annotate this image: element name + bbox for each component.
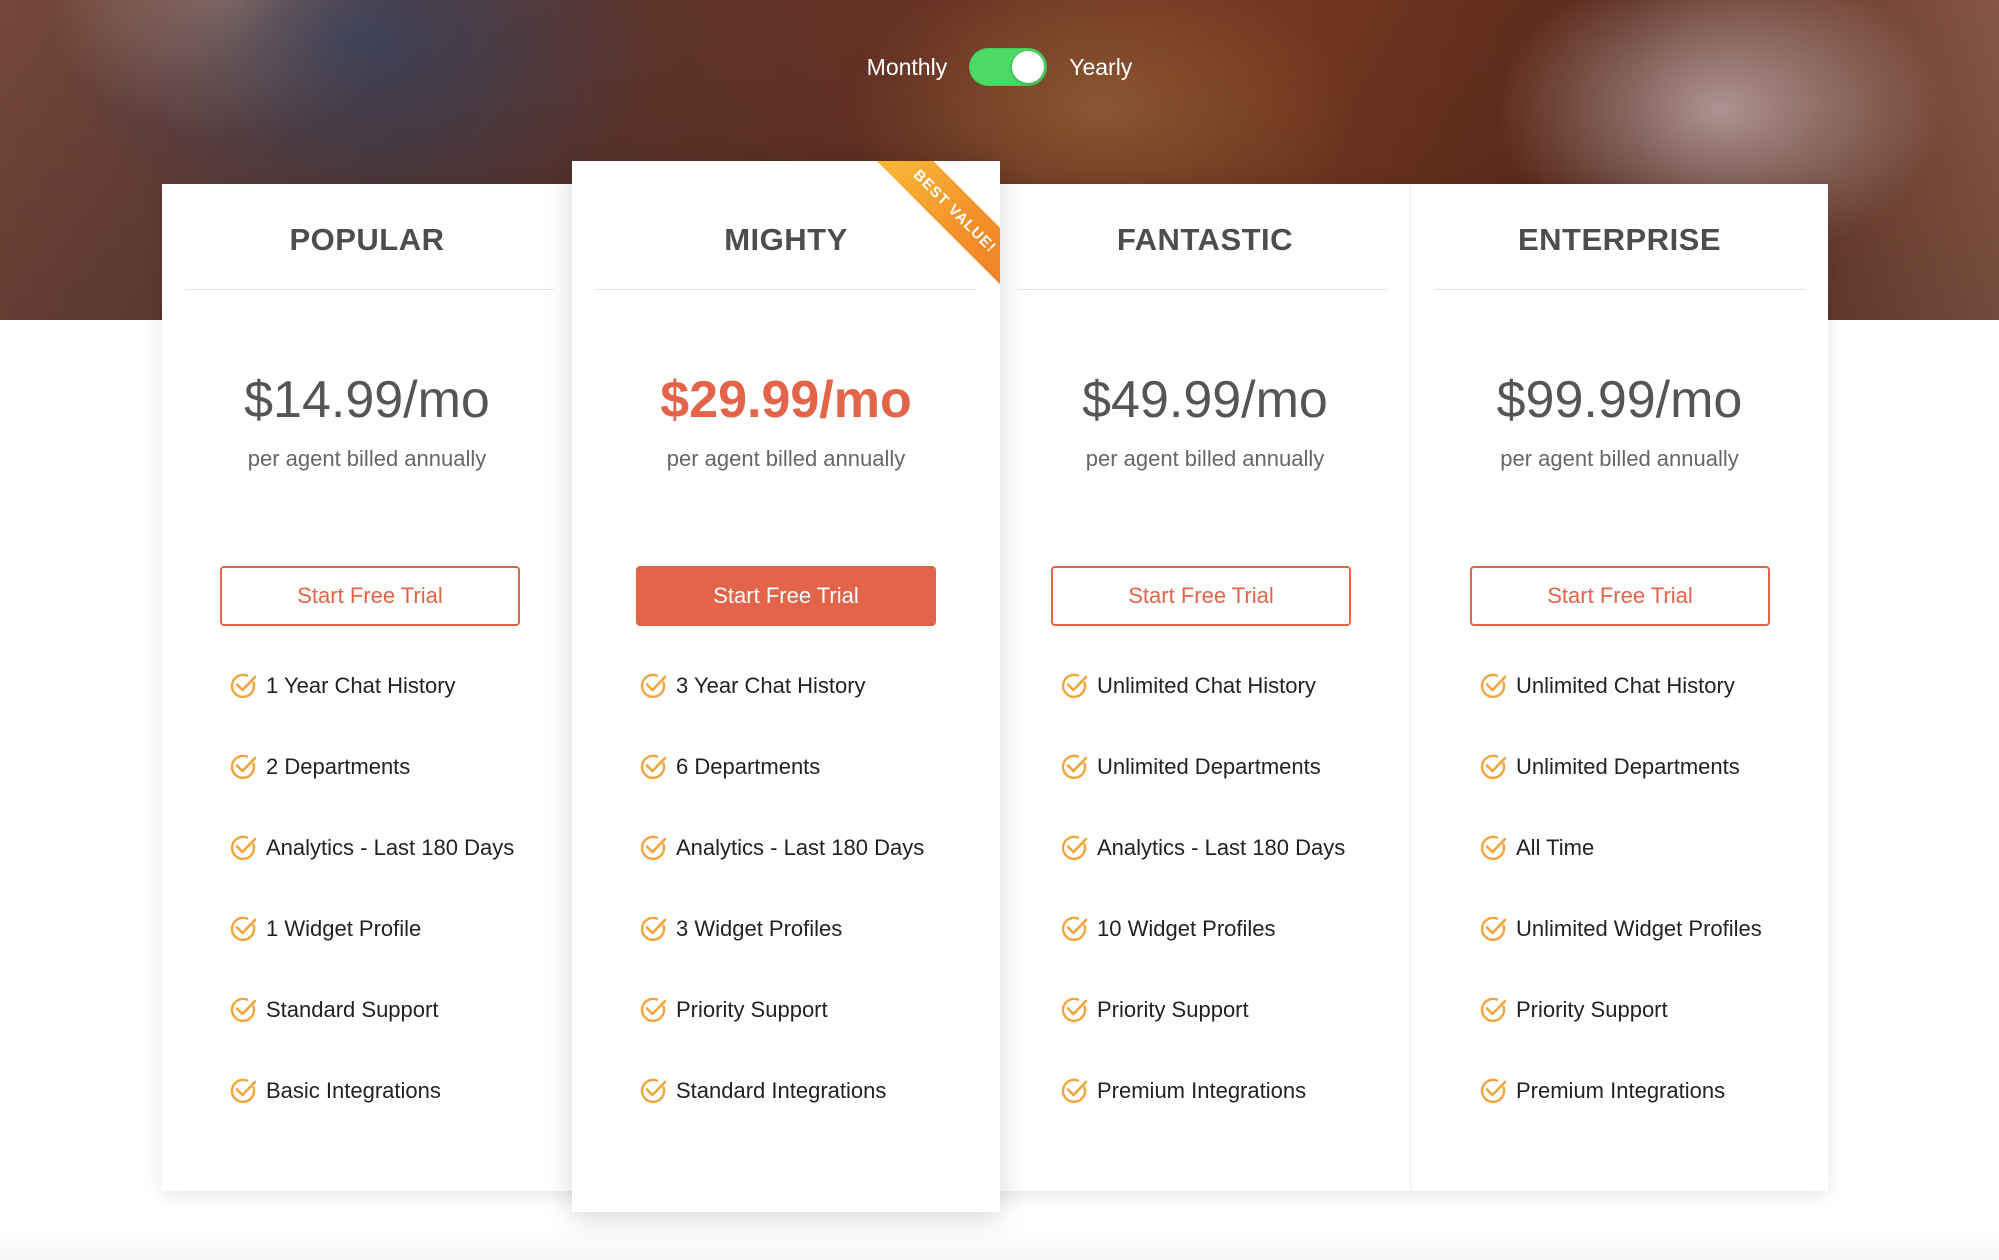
feature-item: Analytics - Last 180 Days xyxy=(638,828,924,868)
billing-switch[interactable] xyxy=(969,48,1048,86)
yearly-label[interactable]: Yearly xyxy=(1069,54,1132,81)
plan-card-enterprise: ENTERPRISE $99.99/mo per agent billed an… xyxy=(1410,184,1828,1191)
feature-item: Priority Support xyxy=(1478,990,1668,1030)
check-circle-icon xyxy=(1480,997,1507,1023)
start-free-trial-button[interactable]: Start Free Trial xyxy=(636,566,936,626)
feature-item: Unlimited Departments xyxy=(1059,747,1321,787)
feature-item: Premium Integrations xyxy=(1478,1071,1725,1111)
plan-title: MIGHTY xyxy=(724,222,848,257)
feature-item: 6 Departments xyxy=(638,747,820,787)
billing-period-toggle: Monthly Yearly xyxy=(0,44,1999,90)
check-circle-icon xyxy=(1480,1078,1507,1104)
feature-item: 3 Year Chat History xyxy=(638,666,866,706)
feature-item: Priority Support xyxy=(638,990,828,1030)
check-circle-icon xyxy=(230,916,257,942)
check-circle-icon xyxy=(1061,916,1088,942)
plan-card-fantastic: FANTASTIC $49.99/mo per agent billed ann… xyxy=(1000,184,1410,1191)
plan-card-popular: POPULAR $14.99/mo per agent billed annua… xyxy=(162,184,572,1191)
plan-divider xyxy=(1017,289,1387,290)
check-circle-icon xyxy=(1061,754,1088,780)
plan-divider xyxy=(1434,289,1806,290)
feature-item: Unlimited Widget Profiles xyxy=(1478,909,1762,949)
feature-item: Unlimited Chat History xyxy=(1059,666,1316,706)
plan-price: $49.99/mo xyxy=(1082,371,1328,429)
plan-title: POPULAR xyxy=(289,222,445,257)
start-free-trial-button[interactable]: Start Free Trial xyxy=(220,566,520,626)
feature-item: All Time xyxy=(1478,828,1594,868)
feature-item: Standard Support xyxy=(228,990,438,1030)
check-circle-icon xyxy=(1480,835,1507,861)
plan-billing-note: per agent billed annually xyxy=(666,446,906,471)
plan-price: $29.99/mo xyxy=(660,371,912,429)
plan-divider xyxy=(185,289,555,290)
feature-item: 10 Widget Profiles xyxy=(1059,909,1276,949)
feature-item: Unlimited Chat History xyxy=(1478,666,1735,706)
check-circle-icon xyxy=(230,997,257,1023)
check-circle-icon xyxy=(230,835,257,861)
check-circle-icon xyxy=(1061,1078,1088,1104)
feature-item: Analytics - Last 180 Days xyxy=(228,828,514,868)
plan-price: $99.99/mo xyxy=(1496,371,1743,429)
plan-title: FANTASTIC xyxy=(1116,222,1294,257)
plan-title: ENTERPRISE xyxy=(1517,222,1722,257)
feature-item: 1 Widget Profile xyxy=(228,909,421,949)
feature-item: Unlimited Departments xyxy=(1478,747,1740,787)
page-bottom-band xyxy=(0,1225,1999,1260)
check-circle-icon xyxy=(1480,673,1507,699)
check-circle-icon xyxy=(1480,754,1507,780)
feature-item: 1 Year Chat History xyxy=(228,666,456,706)
check-circle-icon xyxy=(640,1078,667,1104)
check-circle-icon xyxy=(230,1078,257,1104)
check-circle-icon xyxy=(640,754,667,780)
feature-item: Basic Integrations xyxy=(228,1071,441,1111)
plan-billing-note: per agent billed annually xyxy=(1500,446,1739,471)
feature-item: Priority Support xyxy=(1059,990,1249,1030)
check-circle-icon xyxy=(640,916,667,942)
start-free-trial-button[interactable]: Start Free Trial xyxy=(1051,566,1351,626)
plan-price: $14.99/mo xyxy=(244,371,490,429)
check-circle-icon xyxy=(1480,916,1507,942)
start-free-trial-button[interactable]: Start Free Trial xyxy=(1470,566,1770,626)
check-circle-icon xyxy=(230,673,257,699)
check-circle-icon xyxy=(640,673,667,699)
feature-item: 2 Departments xyxy=(228,747,410,787)
check-circle-icon xyxy=(1061,997,1088,1023)
plan-divider xyxy=(595,289,977,290)
plan-card-mighty: BEST VALUE! MIGHTY $29.99/mo per agent b… xyxy=(572,161,1000,1212)
plan-billing-note: per agent billed annually xyxy=(1085,446,1325,471)
check-circle-icon xyxy=(1061,673,1088,699)
check-circle-icon xyxy=(230,754,257,780)
feature-item: Premium Integrations xyxy=(1059,1071,1306,1111)
feature-item: Standard Integrations xyxy=(638,1071,886,1111)
monthly-label[interactable]: Monthly xyxy=(867,54,948,81)
feature-item: Analytics - Last 180 Days xyxy=(1059,828,1345,868)
check-circle-icon xyxy=(640,835,667,861)
feature-item: 3 Widget Profiles xyxy=(638,909,842,949)
check-circle-icon xyxy=(640,997,667,1023)
switch-knob xyxy=(1012,51,1045,83)
check-circle-icon xyxy=(1061,835,1088,861)
plan-billing-note: per agent billed annually xyxy=(247,446,487,471)
